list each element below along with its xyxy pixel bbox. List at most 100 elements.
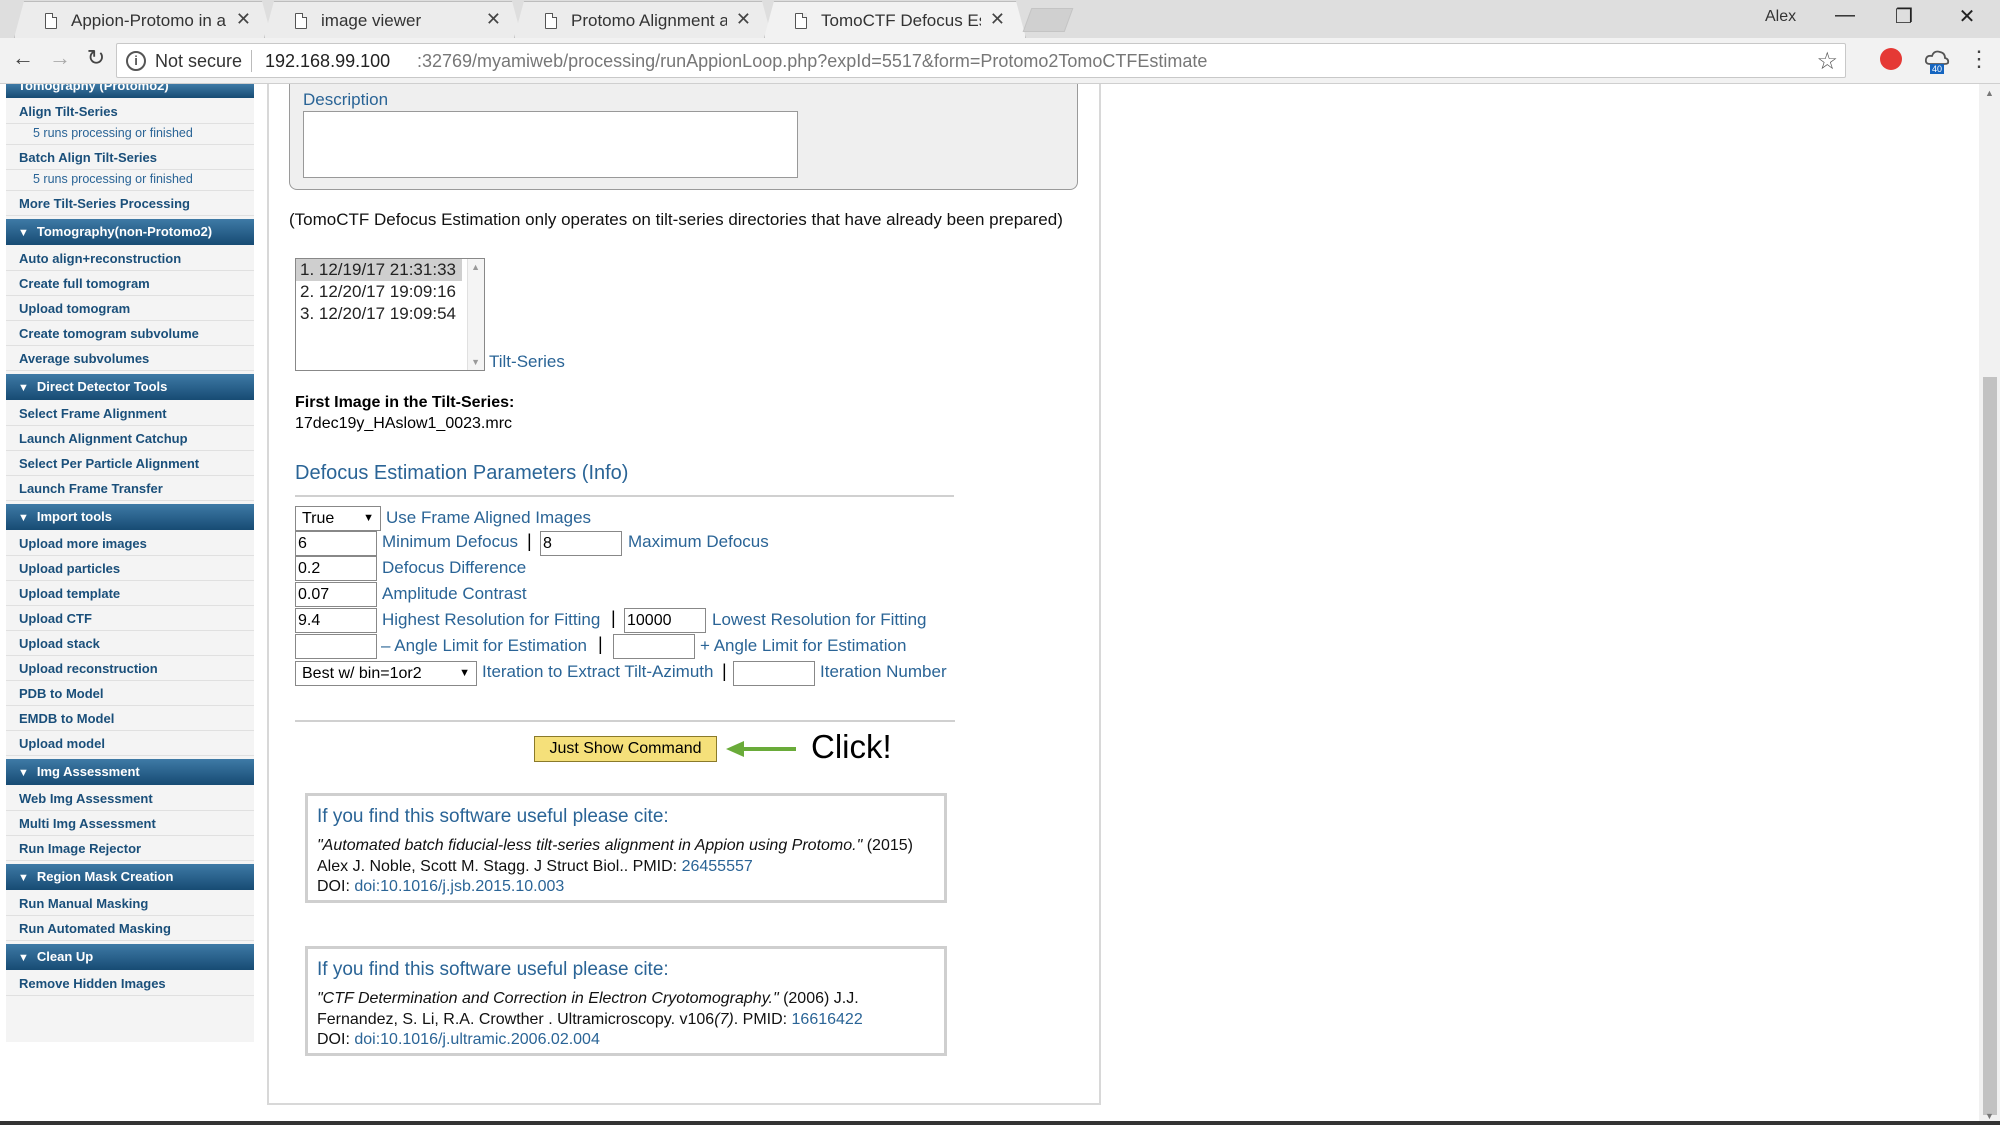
close-icon[interactable]: ✕ — [736, 9, 751, 30]
url-host[interactable]: 192.168.99.100 — [265, 51, 390, 72]
iteration-number-input[interactable] — [733, 661, 815, 686]
reload-icon[interactable]: ↻ — [81, 45, 111, 71]
sidebar-item[interactable]: Select Frame Alignment — [6, 401, 254, 426]
star-icon[interactable]: ☆ — [1816, 47, 1838, 76]
sidebar-item[interactable]: Run Automated Masking — [6, 916, 254, 941]
sidebar-item-status[interactable]: 5 runs processing or finished — [6, 124, 254, 145]
max-defocus-input[interactable]: 8 — [540, 531, 622, 556]
close-icon[interactable]: ✕ — [236, 9, 251, 30]
sidebar-item[interactable]: Upload CTF — [6, 606, 254, 631]
sidebar-category[interactable]: Tomography (Protomo2) — [6, 84, 254, 98]
scroll-up-icon[interactable]: ▲ — [1985, 88, 1994, 98]
low-res-input[interactable]: 10000 — [624, 608, 706, 633]
sidebar-item[interactable]: Create tomogram subvolume — [6, 321, 254, 346]
browser-tab[interactable]: Protomo Alignment and ✕ — [514, 1, 772, 38]
sidebar-item[interactable]: Select Per Particle Alignment — [6, 451, 254, 476]
browser-tab[interactable]: Appion-Protomo in a Do ✕ — [14, 1, 272, 38]
url-path[interactable]: :32769/myamiweb/processing/runAppionLoop… — [417, 51, 1207, 72]
description-textarea[interactable] — [303, 111, 798, 178]
sidebar-item[interactable]: EMDB to Model — [6, 706, 254, 731]
address-bar[interactable]: i Not secure 192.168.99.100 :32769/myami… — [116, 43, 1846, 78]
sidebar-item[interactable]: Run Manual Masking — [6, 891, 254, 916]
params-title[interactable]: Defocus Estimation Parameters (Info) — [295, 462, 628, 485]
frame-aligned-select[interactable]: True ▼ — [295, 506, 381, 531]
sidebar-item[interactable]: PDB to Model — [6, 681, 254, 706]
neg-angle-label[interactable]: – Angle Limit for Estimation — [381, 636, 587, 656]
doi-link[interactable]: doi:10.1016/j.ultramic.2006.02.004 — [354, 1031, 600, 1048]
sidebar-item-more-tilt-series[interactable]: More Tilt-Series Processing — [6, 191, 254, 216]
amp-contrast-input[interactable]: 0.07 — [295, 582, 377, 607]
pos-angle-label[interactable]: + Angle Limit for Estimation — [700, 636, 906, 656]
defocus-diff-input[interactable]: 0.2 — [295, 556, 377, 581]
sidebar-item[interactable]: Launch Frame Transfer — [6, 476, 254, 501]
sidebar-item-align-tilt-series[interactable]: Align Tilt-Series — [6, 99, 254, 124]
page-scrollbar[interactable]: ▲ ▼ — [1979, 84, 2000, 1125]
listbox-option[interactable]: 3. 12/20/17 19:09:54 — [296, 303, 462, 325]
defocus-diff-label[interactable]: Defocus Difference — [382, 558, 526, 578]
sidebar-item[interactable]: Upload model — [6, 731, 254, 756]
restore-icon[interactable]: ❐ — [1889, 4, 1919, 29]
doi-link[interactable]: doi:10.1016/j.jsb.2015.10.003 — [354, 878, 564, 895]
browser-tab[interactable]: image viewer ✕ — [264, 1, 522, 38]
security-label[interactable]: Not secure — [155, 51, 242, 72]
extension-icon[interactable] — [1880, 48, 1902, 70]
high-res-input[interactable]: 9.4 — [295, 608, 377, 633]
sidebar-item[interactable]: Run Image Rejector — [6, 836, 254, 861]
sidebar-item[interactable]: Upload tomogram — [6, 296, 254, 321]
min-defocus-label[interactable]: Minimum Defocus — [382, 532, 518, 552]
scroll-up-icon[interactable]: ▲ — [471, 262, 480, 272]
listbox-scrollbar[interactable]: ▲ ▼ — [467, 259, 484, 370]
sidebar-category[interactable]: ▼ Img Assessment — [6, 759, 254, 785]
new-tab-button[interactable] — [1022, 8, 1074, 32]
close-icon[interactable]: ✕ — [990, 9, 1005, 30]
min-defocus-input[interactable]: 6 — [295, 531, 377, 556]
sidebar-item[interactable]: Launch Alignment Catchup — [6, 426, 254, 451]
just-show-command-button[interactable]: Just Show Command — [534, 736, 717, 762]
sidebar-item[interactable]: Upload more images — [6, 531, 254, 556]
iteration-extract-select[interactable]: Best w/ bin=1or2 ▼ — [295, 661, 477, 686]
scroll-down-icon[interactable]: ▼ — [1985, 1111, 1994, 1121]
sidebar-item[interactable]: Auto align+reconstruction — [6, 246, 254, 271]
iteration-extract-label[interactable]: Iteration to Extract Tilt-Azimuth — [482, 662, 713, 682]
back-icon[interactable]: ← — [8, 45, 38, 71]
high-res-label[interactable]: Highest Resolution for Fitting — [382, 610, 600, 630]
pos-angle-input[interactable] — [613, 634, 695, 659]
sidebar-item[interactable]: Upload particles — [6, 556, 254, 581]
scrollbar-thumb[interactable] — [1983, 377, 1997, 1115]
sidebar-item[interactable]: Average subvolumes — [6, 346, 254, 371]
sidebar-item[interactable]: Multi Img Assessment — [6, 811, 254, 836]
low-res-label[interactable]: Lowest Resolution for Fitting — [712, 610, 927, 630]
browser-tab-active[interactable]: TomoCTF Defocus Estim ✕ — [764, 1, 1026, 38]
sidebar-category[interactable]: ▼ Import tools — [6, 504, 254, 530]
sidebar-item[interactable]: Remove Hidden Images — [6, 971, 254, 996]
sidebar-category[interactable]: ▼ Region Mask Creation — [6, 864, 254, 890]
minimize-icon[interactable]: — — [1830, 4, 1860, 27]
amp-contrast-label[interactable]: Amplitude Contrast — [382, 584, 527, 604]
max-defocus-label[interactable]: Maximum Defocus — [628, 532, 769, 552]
pmid-link[interactable]: 26455557 — [682, 858, 753, 875]
sidebar-item-status[interactable]: 5 runs processing or finished — [6, 170, 254, 191]
close-icon[interactable]: ✕ — [486, 9, 501, 30]
tilt-series-listbox[interactable]: 1. 12/19/17 21:31:33 2. 12/20/17 19:09:1… — [295, 258, 485, 371]
scroll-down-icon[interactable]: ▼ — [471, 357, 480, 367]
info-icon[interactable]: i — [126, 51, 146, 71]
listbox-option[interactable]: 2. 12/20/17 19:09:16 — [296, 281, 462, 303]
sidebar-item[interactable]: Create full tomogram — [6, 271, 254, 296]
iteration-number-label[interactable]: Iteration Number — [820, 662, 947, 682]
forward-icon[interactable]: → — [45, 45, 75, 71]
menu-icon[interactable]: ⋮ — [1968, 46, 1990, 72]
sidebar-category[interactable]: ▼ Direct Detector Tools — [6, 374, 254, 400]
sidebar-item[interactable]: Upload template — [6, 581, 254, 606]
sidebar-category[interactable]: ▼ Tomography(non-Protomo2) — [6, 219, 254, 245]
sidebar-item-batch-align[interactable]: Batch Align Tilt-Series — [6, 145, 254, 170]
frame-aligned-label[interactable]: Use Frame Aligned Images — [386, 508, 591, 528]
profile-name[interactable]: Alex — [1765, 8, 1796, 26]
neg-angle-input[interactable] — [295, 634, 377, 659]
close-window-icon[interactable]: ✕ — [1952, 4, 1982, 29]
pmid-link[interactable]: 16616422 — [792, 1011, 863, 1028]
sidebar-item[interactable]: Web Img Assessment — [6, 786, 254, 811]
sidebar-item[interactable]: Upload reconstruction — [6, 656, 254, 681]
sidebar-category[interactable]: ▼ Clean Up — [6, 944, 254, 970]
sidebar-item[interactable]: Upload stack — [6, 631, 254, 656]
listbox-option[interactable]: 1. 12/19/17 21:31:33 — [296, 259, 462, 281]
